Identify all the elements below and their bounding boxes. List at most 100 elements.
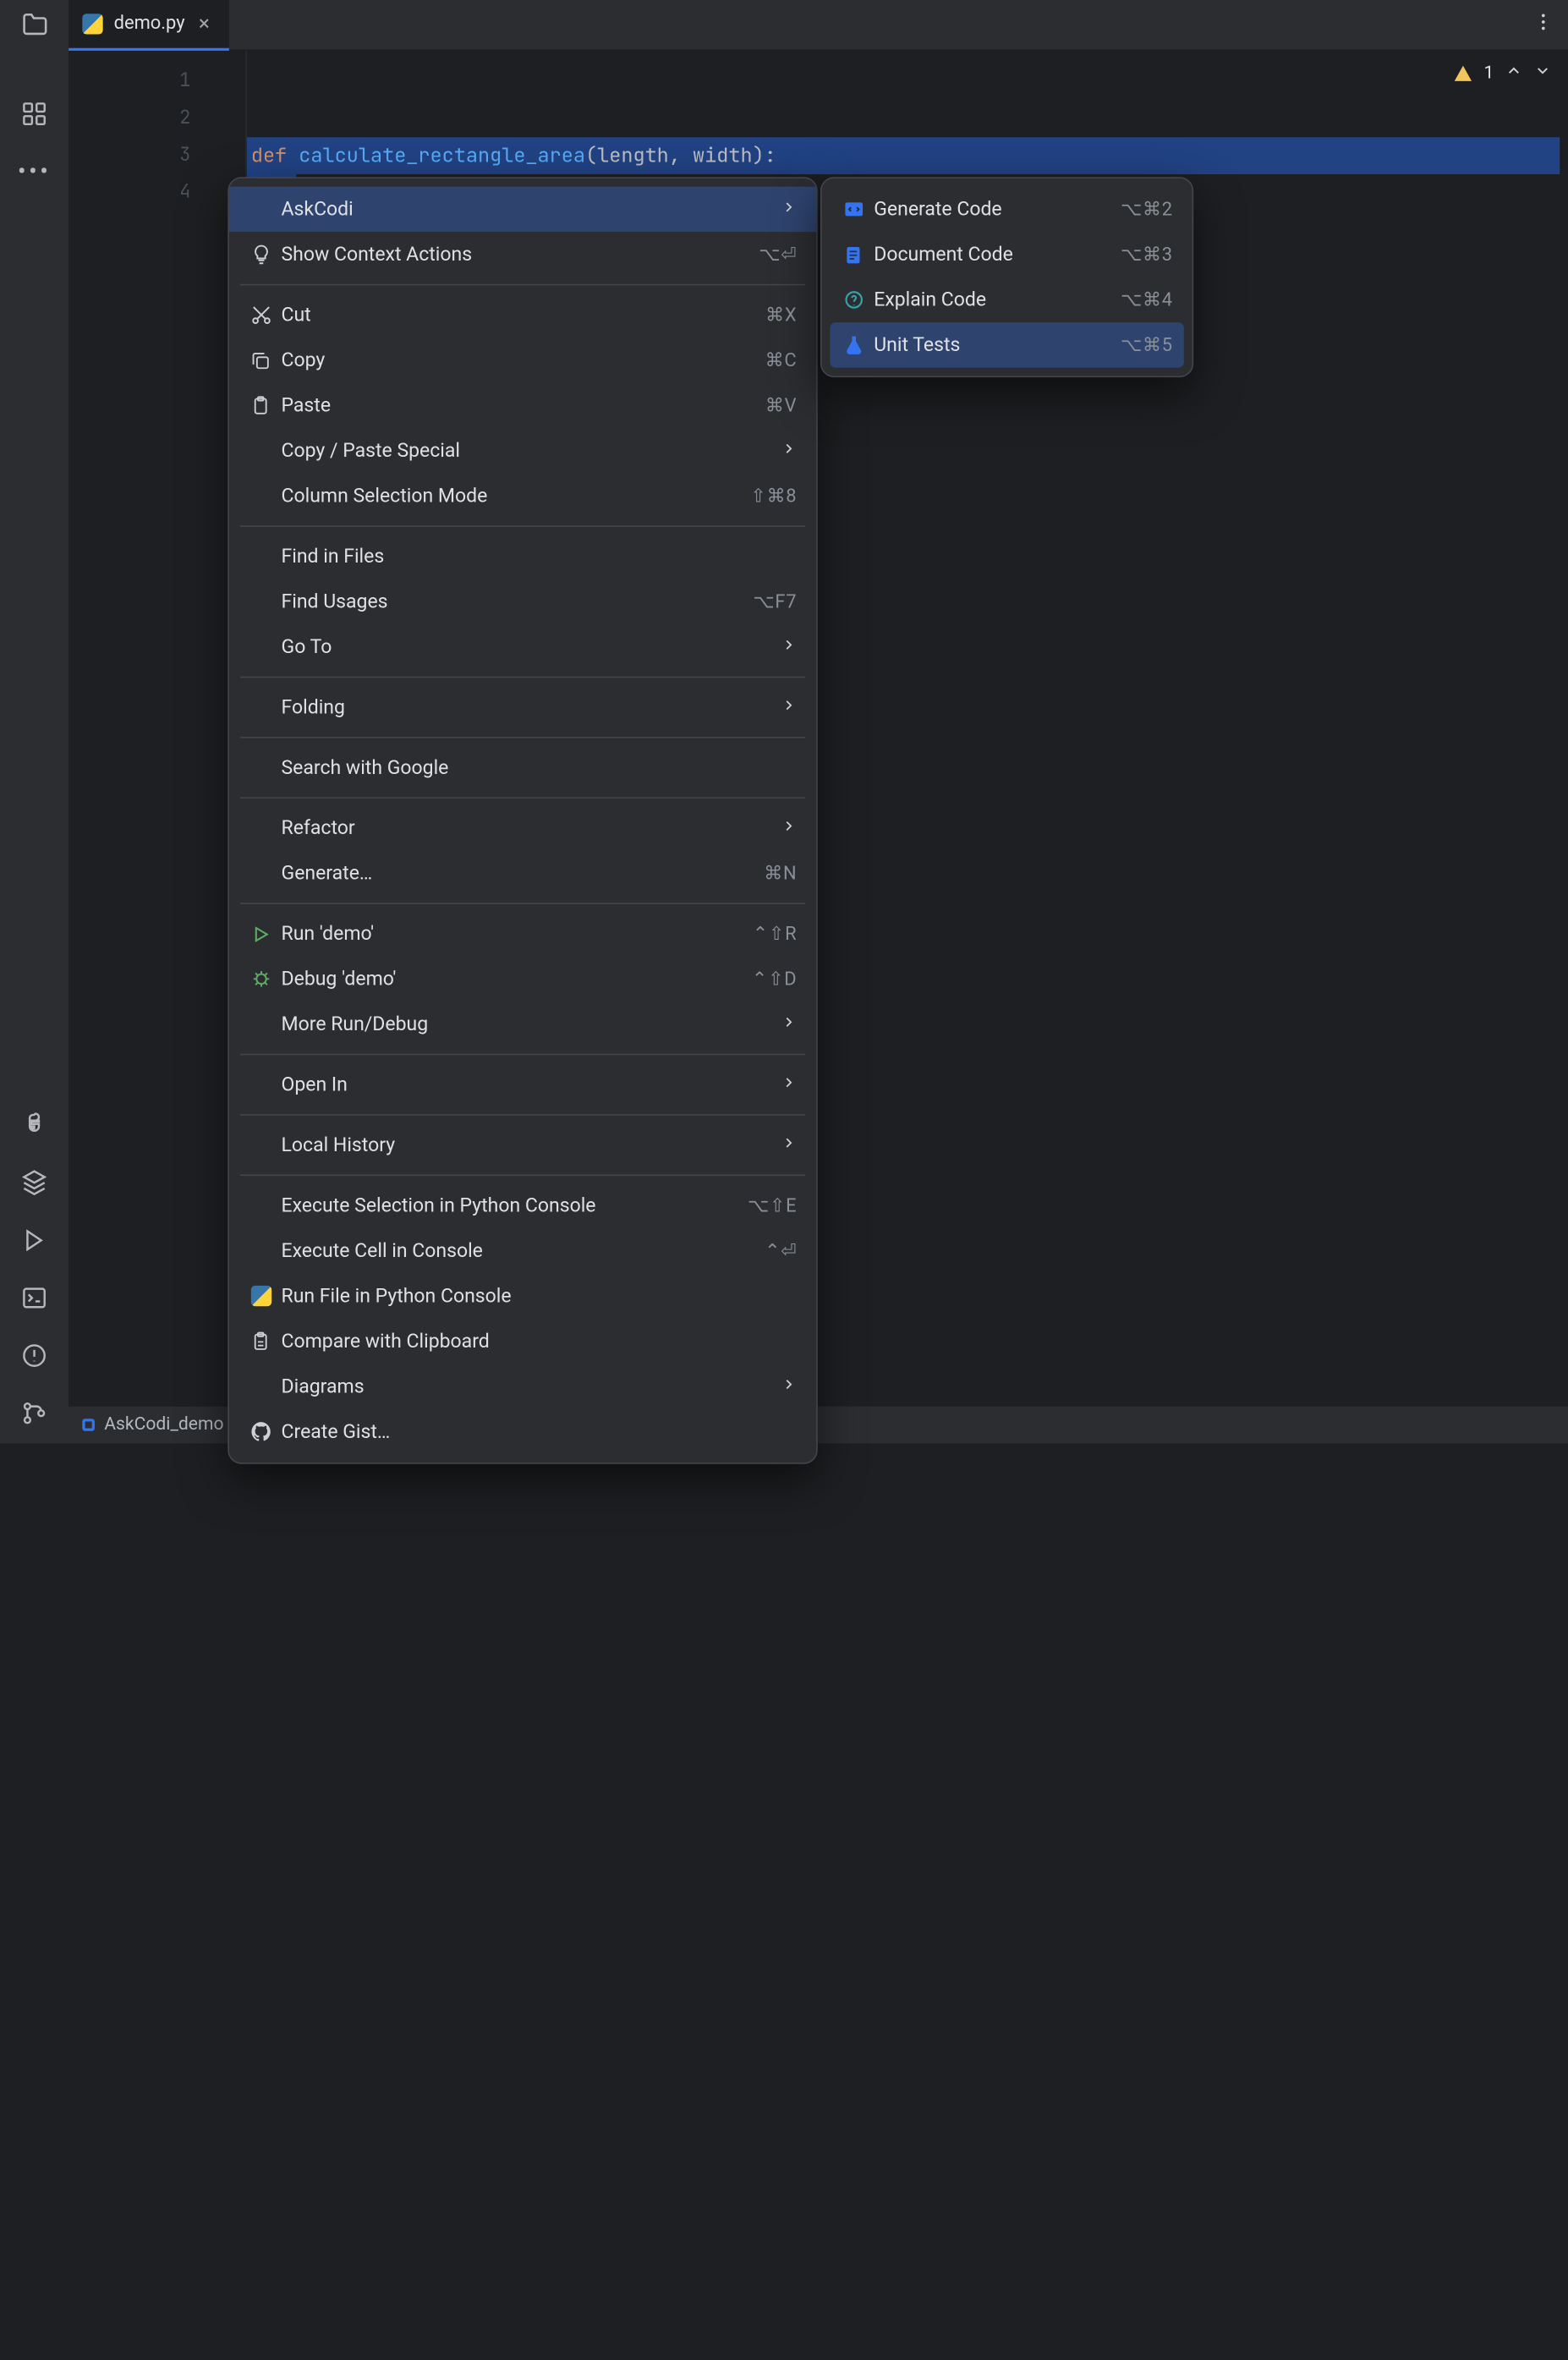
submenu-item[interactable]: Explain Code⌥⌘4 bbox=[822, 277, 1192, 323]
menu-label: Show Context Actions bbox=[276, 244, 759, 266]
menu-label: More Run/Debug bbox=[276, 1013, 781, 1035]
menu-label: Copy / Paste Special bbox=[276, 440, 781, 462]
chevron-right-icon bbox=[781, 817, 797, 839]
shortcut: ⌘C bbox=[765, 349, 798, 371]
menu-item[interactable]: More Run/Debug bbox=[229, 1002, 816, 1047]
menu-label: AskCodi bbox=[276, 198, 781, 220]
menu-label: Refactor bbox=[276, 817, 781, 839]
menu-item[interactable]: Cut⌘X bbox=[229, 292, 816, 338]
python-icon[interactable] bbox=[20, 1111, 47, 1144]
context-menu: AskCodiShow Context Actions⌥⏎Cut⌘XCopy⌘C… bbox=[228, 177, 817, 1463]
run-icon bbox=[245, 923, 276, 945]
menu-item[interactable]: Go To bbox=[229, 624, 816, 670]
close-icon[interactable]: × bbox=[199, 11, 210, 36]
menu-label: Generate Code bbox=[869, 198, 1121, 220]
shortcut: ⌃⏎ bbox=[765, 1240, 797, 1262]
menu-label: Paste bbox=[276, 394, 765, 416]
menu-label: Local History bbox=[276, 1134, 781, 1156]
shortcut: ⌘X bbox=[765, 304, 797, 326]
menu-item[interactable]: Execute Cell in Console⌃⏎ bbox=[229, 1228, 816, 1274]
chevron-right-icon bbox=[781, 1134, 797, 1156]
chevron-right-icon bbox=[781, 1013, 797, 1035]
project-icon bbox=[82, 1419, 95, 1431]
problems-icon[interactable] bbox=[20, 1342, 47, 1375]
test-icon bbox=[838, 333, 869, 357]
chevron-up-icon[interactable] bbox=[1505, 62, 1522, 85]
chevron-right-icon bbox=[781, 1375, 797, 1397]
menu-label: Find in Files bbox=[276, 546, 797, 568]
chevron-down-icon[interactable] bbox=[1533, 62, 1551, 85]
menu-item[interactable]: Copy⌘C bbox=[229, 338, 816, 383]
menu-item[interactable]: Compare with Clipboard bbox=[229, 1319, 816, 1364]
code-icon bbox=[838, 198, 869, 222]
tab-demo[interactable]: demo.py × bbox=[69, 0, 228, 50]
shortcut: ⌥⏎ bbox=[759, 244, 797, 266]
menu-label: Open In bbox=[276, 1073, 781, 1095]
menu-item[interactable]: Generate…⌘N bbox=[229, 851, 816, 897]
doc-icon bbox=[838, 244, 869, 266]
shortcut: ⌘V bbox=[765, 394, 797, 416]
menu-item[interactable]: Find Usages⌥F7 bbox=[229, 579, 816, 625]
terminal-icon[interactable] bbox=[20, 1284, 47, 1317]
inspections-widget[interactable]: 1 bbox=[1452, 62, 1551, 85]
chevron-right-icon bbox=[781, 1073, 797, 1095]
shortcut: ⌥⌘2 bbox=[1121, 198, 1173, 220]
menu-label: Copy bbox=[276, 349, 765, 371]
cut-icon bbox=[245, 303, 276, 327]
menu-label: Document Code bbox=[869, 244, 1121, 266]
tab-menu-icon[interactable] bbox=[1532, 11, 1554, 38]
shortcut: ⌥⇧E bbox=[748, 1194, 797, 1216]
menu-label: Column Selection Mode bbox=[276, 485, 750, 507]
more-icon[interactable]: ••• bbox=[18, 158, 51, 187]
services-icon[interactable] bbox=[20, 1227, 47, 1260]
menu-item[interactable]: Find in Files bbox=[229, 534, 816, 579]
menu-item[interactable]: Local History bbox=[229, 1122, 816, 1168]
menu-item[interactable]: Run File in Python Console bbox=[229, 1273, 816, 1319]
menu-item[interactable]: Paste⌘V bbox=[229, 383, 816, 429]
menu-label: Debug 'demo' bbox=[276, 968, 752, 990]
menu-item[interactable]: Execute Selection in Python Console⌥⇧E bbox=[229, 1183, 816, 1228]
menu-item[interactable]: Open In bbox=[229, 1062, 816, 1107]
structure-icon[interactable] bbox=[20, 100, 47, 133]
bulb-icon bbox=[245, 243, 276, 266]
shortcut: ⌥⌘4 bbox=[1121, 288, 1173, 310]
menu-label: Explain Code bbox=[869, 288, 1121, 310]
menu-item[interactable]: Copy / Paste Special bbox=[229, 428, 816, 474]
chevron-right-icon bbox=[781, 696, 797, 718]
menu-item[interactable]: Run 'demo'⌃⇧R bbox=[229, 911, 816, 957]
submenu-item[interactable]: Generate Code⌥⌘2 bbox=[822, 187, 1192, 233]
code-line: def calculate_rectangle_area(length, wid… bbox=[247, 137, 1560, 174]
shortcut: ⌘N bbox=[764, 862, 797, 884]
line-number: 3 bbox=[69, 137, 245, 174]
explain-icon bbox=[838, 288, 869, 312]
menu-label: Run File in Python Console bbox=[276, 1285, 797, 1307]
menu-item[interactable]: Show Context Actions⌥⏎ bbox=[229, 232, 816, 277]
menu-label: Go To bbox=[276, 636, 781, 658]
submenu-item[interactable]: Unit Tests⌥⌘5 bbox=[830, 322, 1183, 368]
menu-item[interactable]: Debug 'demo'⌃⇧D bbox=[229, 957, 816, 1002]
shortcut: ⌥⌘3 bbox=[1121, 244, 1173, 266]
warning-icon bbox=[1452, 63, 1472, 84]
gh-icon bbox=[245, 1420, 276, 1444]
shortcut: ⌥F7 bbox=[753, 590, 797, 612]
folder-icon[interactable] bbox=[20, 11, 49, 46]
submenu-item[interactable]: Document Code⌥⌘3 bbox=[822, 232, 1192, 277]
packages-icon[interactable] bbox=[20, 1169, 47, 1202]
bug-icon bbox=[245, 968, 276, 991]
menu-item[interactable]: Diagrams bbox=[229, 1364, 816, 1409]
menu-item[interactable]: Refactor bbox=[229, 805, 816, 851]
menu-label: Cut bbox=[276, 304, 765, 326]
vcs-icon[interactable] bbox=[20, 1399, 47, 1432]
menu-item[interactable]: Column Selection Mode⇧⌘8 bbox=[229, 474, 816, 519]
breadcrumb-project[interactable]: AskCodi_demo bbox=[104, 1414, 223, 1435]
menu-item[interactable]: Create Gist… bbox=[229, 1409, 816, 1455]
menu-label: Execute Cell in Console bbox=[276, 1240, 765, 1262]
menu-item[interactable]: Folding bbox=[229, 684, 816, 730]
menu-label: Execute Selection in Python Console bbox=[276, 1194, 748, 1216]
warning-count: 1 bbox=[1484, 63, 1494, 84]
menu-label: Folding bbox=[276, 696, 781, 718]
python-file-icon bbox=[82, 13, 102, 33]
menu-label: Find Usages bbox=[276, 590, 753, 612]
menu-item[interactable]: AskCodi bbox=[229, 187, 816, 233]
menu-item[interactable]: Search with Google bbox=[229, 745, 816, 791]
